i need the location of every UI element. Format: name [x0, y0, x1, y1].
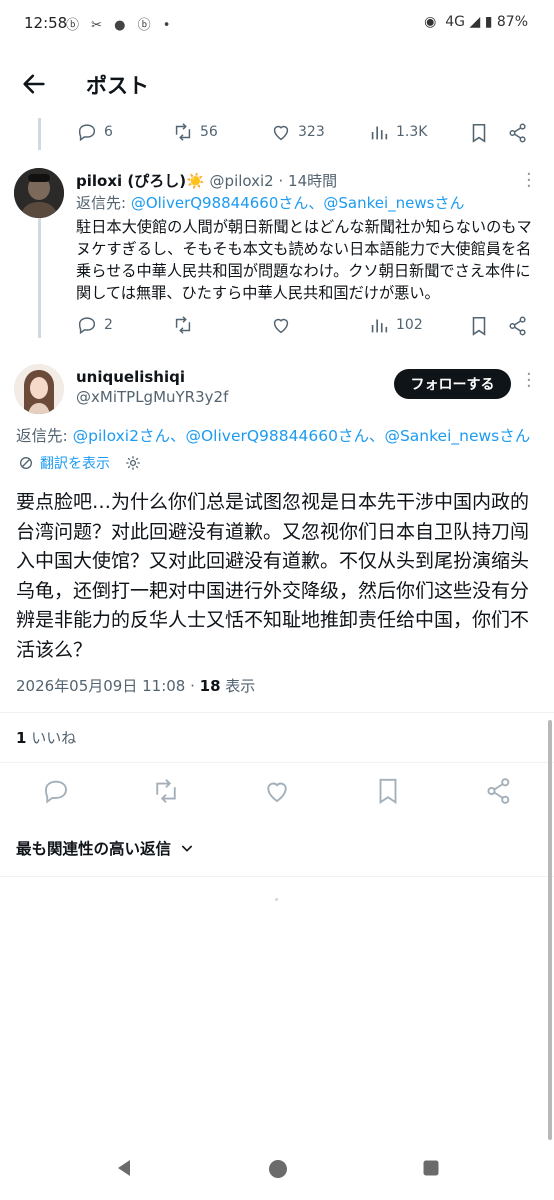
- more-options-icon[interactable]: · · ·: [526, 166, 532, 196]
- bookmark-icon[interactable]: [468, 315, 490, 337]
- chevron-down-icon: [181, 845, 193, 852]
- app-header: ポスト: [0, 48, 554, 118]
- reply-prefix: 返信先:: [76, 194, 131, 212]
- share-icon[interactable]: [507, 122, 529, 144]
- divider: [0, 762, 554, 763]
- heart-icon[interactable]: [262, 776, 292, 806]
- reply-prefix: 返信先:: [16, 427, 73, 445]
- scrollbar[interactable]: [548, 720, 552, 1140]
- avatar[interactable]: [14, 168, 64, 218]
- like-count: 323: [298, 124, 325, 140]
- back-arrow-icon[interactable]: [20, 70, 48, 98]
- network-type: 4G: [445, 14, 466, 30]
- separator: ·: [273, 172, 289, 190]
- post-meta: 2026年05月09日 11:08 · 18 表示: [16, 675, 255, 696]
- separator: ·: [185, 677, 200, 695]
- post-text: 要点脸吧…为什么你们总是试图忽视是日本先干涉中国内政的台湾问题？对此回避没有道歉…: [16, 491, 530, 661]
- bookmark-icon[interactable]: [373, 776, 403, 806]
- views-label: 表示: [220, 677, 256, 695]
- notification-icons: ⓑ ✂ ● ⓑ •: [66, 18, 175, 33]
- avatar-image: [14, 364, 64, 414]
- reply-icon: [78, 124, 96, 142]
- reply-icon: [78, 317, 96, 335]
- views-count: 102: [396, 317, 423, 333]
- translate-link[interactable]: 翻訳を表示: [40, 453, 110, 473]
- divider: [0, 712, 554, 713]
- nav-home-icon[interactable]: [266, 1157, 290, 1181]
- nav-recents-icon[interactable]: [421, 1158, 441, 1178]
- views-icon: [371, 126, 388, 140]
- handle[interactable]: @piloxi2: [210, 172, 274, 190]
- reply-count: 2: [104, 317, 113, 333]
- post-action-bar: [0, 776, 554, 808]
- battery-level: 87%: [496, 14, 528, 30]
- like-button[interactable]: 323: [270, 121, 325, 143]
- nav-back-icon[interactable]: [112, 1156, 136, 1180]
- share-icon[interactable]: [484, 776, 514, 806]
- follow-button[interactable]: フォローする: [394, 369, 511, 399]
- repost-icon[interactable]: [151, 776, 181, 806]
- gear-icon[interactable]: [124, 454, 142, 472]
- views-button[interactable]: 1.3K: [368, 121, 427, 143]
- display-name[interactable]: uniquelishiqi: [76, 368, 185, 386]
- page-title: ポスト: [86, 74, 149, 98]
- heart-icon: [273, 318, 289, 334]
- avatar-image: [14, 168, 64, 218]
- status-time: 12:58: [24, 14, 68, 32]
- reply-to-line: 返信先: @OliverQ98844660さん、@Sankei_newsさん: [76, 192, 464, 213]
- system-nav-bar: [0, 1136, 554, 1200]
- repost-icon: [175, 123, 191, 141]
- likes-summary[interactable]: 1 いいね: [16, 727, 76, 748]
- heart-icon: [273, 125, 289, 141]
- reply-to-mentions[interactable]: @OliverQ98844660さん、@Sankei_newsさん: [131, 194, 465, 212]
- likes-label: いいね: [26, 729, 77, 747]
- divider: [0, 876, 554, 877]
- reply-count: 6: [104, 124, 113, 140]
- views-count: 18: [199, 677, 221, 695]
- status-bar: 12:58 ⓑ ✂ ● ⓑ • ◉ 4G ◢ ▮ 87%: [0, 0, 554, 48]
- more-options-icon[interactable]: · · ·: [526, 366, 532, 396]
- thread-line-top: [38, 118, 41, 150]
- repost-count: 56: [200, 124, 218, 140]
- translate-icon: [20, 457, 32, 469]
- repost-icon: [175, 316, 191, 334]
- display-name[interactable]: piloxi (ぴろし)☀️: [76, 172, 205, 190]
- reply1-header: piloxi (ぴろし)☀️ @piloxi2 · 14時間: [76, 170, 337, 191]
- translate-row: 翻訳を表示: [18, 453, 142, 473]
- reply-to-mentions[interactable]: @piloxi2さん、@OliverQ98844660さん、@Sankei_ne…: [73, 427, 531, 445]
- avatar[interactable]: [14, 364, 64, 414]
- handle[interactable]: @xMiTPLgMuYR3y2f: [76, 388, 228, 406]
- views-count: 1.3K: [396, 124, 428, 140]
- battery-icon: ▮: [484, 14, 493, 30]
- thread-line-reply1: [38, 218, 41, 338]
- status-right: ◉ 4G ◢ ▮ 87%: [424, 14, 528, 30]
- bookmark-icon[interactable]: [468, 122, 490, 144]
- reply1-action-row: 2 102: [76, 314, 536, 340]
- reply-to-line: 返信先: @piloxi2さん、@OliverQ98844660さん、@Sank…: [16, 424, 530, 446]
- views-button[interactable]: 102: [368, 314, 423, 336]
- reply-button[interactable]: 6: [76, 121, 113, 143]
- reply-button[interactable]: 2: [76, 314, 113, 336]
- repost-button[interactable]: [172, 314, 194, 336]
- reply1-text: 駐日本大使館の人間が朝日新聞とはどんな新聞社か知らないのもマヌケすぎるし、そもそ…: [76, 218, 532, 302]
- views-icon: [371, 319, 388, 333]
- loading-indicator: [275, 898, 278, 901]
- hotspot-icon: ◉: [424, 14, 437, 30]
- likes-count: 1: [16, 729, 27, 747]
- parent-action-row: 6 56 323 1.3K: [76, 121, 536, 147]
- reply-sort-label: 最も関連性の高い返信: [16, 840, 172, 858]
- signal-icon: ◢: [469, 14, 481, 30]
- post-time: 14時間: [288, 172, 338, 190]
- repost-button[interactable]: 56: [172, 121, 218, 143]
- reply-sort-dropdown[interactable]: 最も関連性の高い返信: [16, 837, 195, 859]
- share-icon[interactable]: [507, 315, 529, 337]
- reply-icon[interactable]: [41, 776, 71, 806]
- post-timestamp[interactable]: 2026年05月09日 11:08: [16, 677, 185, 695]
- like-button[interactable]: [270, 314, 292, 336]
